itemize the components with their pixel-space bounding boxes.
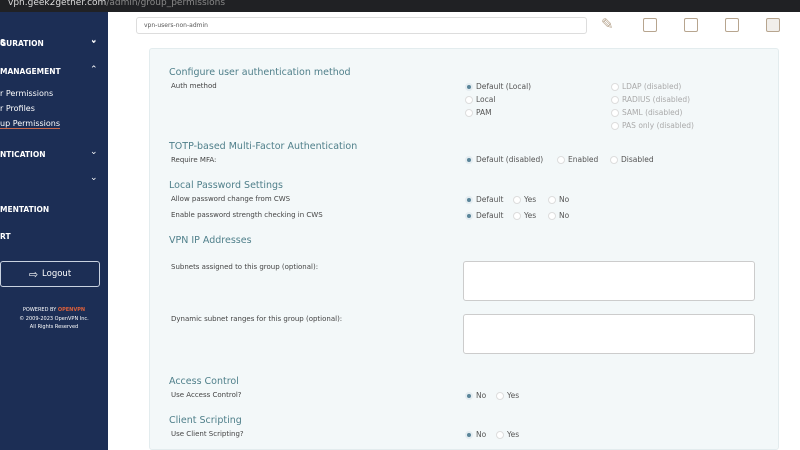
field-label: Dynamic subnet ranges for this group (op…: [171, 315, 343, 323]
field-label: Subnets assigned to this group (optional…: [171, 263, 319, 271]
permission-checkbox[interactable]: [684, 18, 698, 32]
sidebar-item-support[interactable]: RT: [0, 232, 11, 241]
radio-pwd-strength-default[interactable]: Default: [465, 211, 503, 220]
chevron-down-icon[interactable]: ⌄: [90, 36, 98, 46]
permission-checkbox[interactable]: [643, 18, 657, 32]
radio-saml: SAML (disabled): [611, 108, 682, 117]
field-label: Allow password change from CWS: [171, 195, 291, 203]
field-label: Auth method: [171, 82, 217, 90]
radio-mfa-enabled[interactable]: Enabled: [557, 155, 598, 164]
logout-icon: ⇨: [28, 267, 39, 281]
copyright: © 2009-2023 OpenVPN Inc.: [19, 316, 89, 322]
field-label: Use Access Control?: [171, 391, 242, 399]
radio-scripting-yes[interactable]: Yes: [496, 430, 519, 439]
section-title: Configure user authentication method: [169, 67, 351, 78]
sidebar-item-documentation[interactable]: MENTATION: [0, 205, 49, 214]
edit-icon[interactable]: ✎: [601, 15, 614, 33]
section-title: Client Scripting: [169, 415, 242, 426]
section-title: Access Control: [169, 376, 239, 387]
dynamic-subnets-textarea[interactable]: [463, 314, 755, 354]
section-title: Local Password Settings: [169, 180, 283, 191]
field-label: Require MFA:: [171, 156, 217, 164]
logout-button[interactable]: ⇨ Logout: [0, 261, 100, 287]
field-label: Use Client Scripting?: [171, 430, 244, 438]
radio-pwd-change-yes[interactable]: Yes: [513, 195, 536, 204]
sidebar-subitem-group-permissions[interactable]: up Permissions: [0, 119, 61, 129]
radio-pam[interactable]: PAM: [465, 108, 492, 117]
field-label: Enable password strength checking in CWS: [171, 211, 323, 219]
permission-checkbox[interactable]: [725, 18, 739, 32]
browser-bar: vpn.geek2gether.com/admin/group_permissi…: [0, 0, 800, 12]
group-name-field[interactable]: vpn-users-non-admin: [136, 17, 587, 34]
rights: All Rights Reserved: [29, 324, 79, 330]
url-bar[interactable]: vpn.geek2gether.com/admin/group_permissi…: [8, 0, 225, 8]
chevron-down-icon[interactable]: ⌄: [90, 147, 98, 157]
chevron-up-icon[interactable]: ⌃: [90, 65, 98, 75]
sidebar-item-management[interactable]: MANAGEMENT: [0, 67, 61, 76]
radio-access-no[interactable]: No: [465, 391, 486, 400]
radio-pwd-change-default[interactable]: Default: [465, 195, 503, 204]
radio-pwd-strength-yes[interactable]: Yes: [513, 211, 536, 220]
sidebar-item-configuration[interactable]: GURATION: [0, 39, 44, 48]
radio-local[interactable]: Local: [465, 95, 495, 104]
sidebar-subitem-user-permissions[interactable]: r Permissions: [0, 89, 53, 98]
radio-scripting-no[interactable]: No: [465, 430, 486, 439]
radio-default-local[interactable]: Default (Local): [465, 82, 531, 91]
section-title: VPN IP Addresses: [169, 235, 252, 246]
radio-pas-only: PAS only (disabled): [611, 121, 694, 130]
subnets-textarea[interactable]: [463, 261, 755, 301]
powered-by: POWERED BY OPENVPN: [22, 307, 86, 313]
radio-pwd-strength-no[interactable]: No: [548, 211, 569, 220]
radio-pwd-change-no[interactable]: No: [548, 195, 569, 204]
radio-mfa-default[interactable]: Default (disabled): [465, 155, 543, 164]
settings-panel: [149, 48, 779, 450]
section-title: TOTP-based Multi-Factor Authentication: [169, 141, 358, 152]
sidebar-item-authentication[interactable]: NTICATION: [0, 150, 45, 159]
radio-mfa-disabled[interactable]: Disabled: [610, 155, 654, 164]
sidebar-subitem-user-profiles[interactable]: r Profiles: [0, 104, 35, 113]
chevron-down-icon[interactable]: ⌄: [90, 173, 98, 183]
sidebar: S ⌄ GURATION ⌄ MANAGEMENT ⌃ r Permissions r…: [0, 12, 108, 450]
radio-ldap: LDAP (disabled): [611, 82, 681, 91]
radio-access-yes[interactable]: Yes: [496, 391, 519, 400]
permission-checkbox[interactable]: [766, 18, 780, 32]
radio-radius: RADIUS (disabled): [611, 95, 690, 104]
